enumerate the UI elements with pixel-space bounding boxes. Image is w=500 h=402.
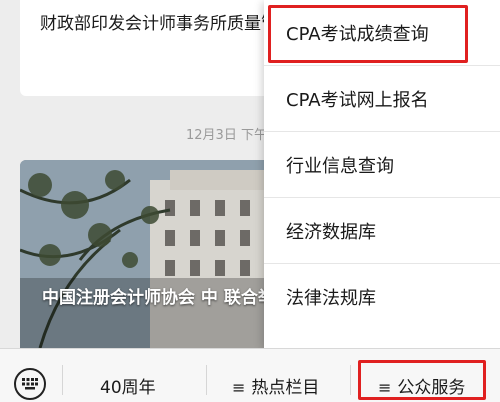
bar-divider [62, 365, 63, 395]
tab-label: 热点栏目 [251, 378, 320, 398]
tab-label: 40周年 [100, 378, 156, 398]
keyboard-icon [22, 378, 38, 390]
menu-item-label: 行业信息查询 [286, 156, 394, 177]
tab-hot-topics[interactable]: ≡ 热点栏目 [232, 373, 319, 398]
tab-40th-anniversary[interactable]: 40周年 [100, 373, 156, 398]
tab-highlight-annotation [358, 360, 486, 400]
menu-highlight-annotation [268, 5, 468, 63]
menu-item-law-database[interactable]: 法律法规库 [264, 264, 500, 330]
menu-item-industry-info[interactable]: 行业信息查询 [264, 132, 500, 198]
menu-item-label: 经济数据库 [286, 222, 376, 243]
menu-item-label: 法律法规库 [286, 288, 376, 309]
menu-item-label: CPA考试网上报名 [286, 90, 429, 111]
message-timestamp: 12月3日 下午 [186, 128, 267, 143]
bar-divider [350, 365, 351, 395]
bar-divider [206, 365, 207, 395]
menu-item-economic-database[interactable]: 经济数据库 [264, 198, 500, 264]
keyboard-toggle-button[interactable] [14, 368, 46, 400]
hamburger-icon: ≡ [232, 378, 246, 397]
menu-item-cpa-registration[interactable]: CPA考试网上报名 [264, 66, 500, 132]
